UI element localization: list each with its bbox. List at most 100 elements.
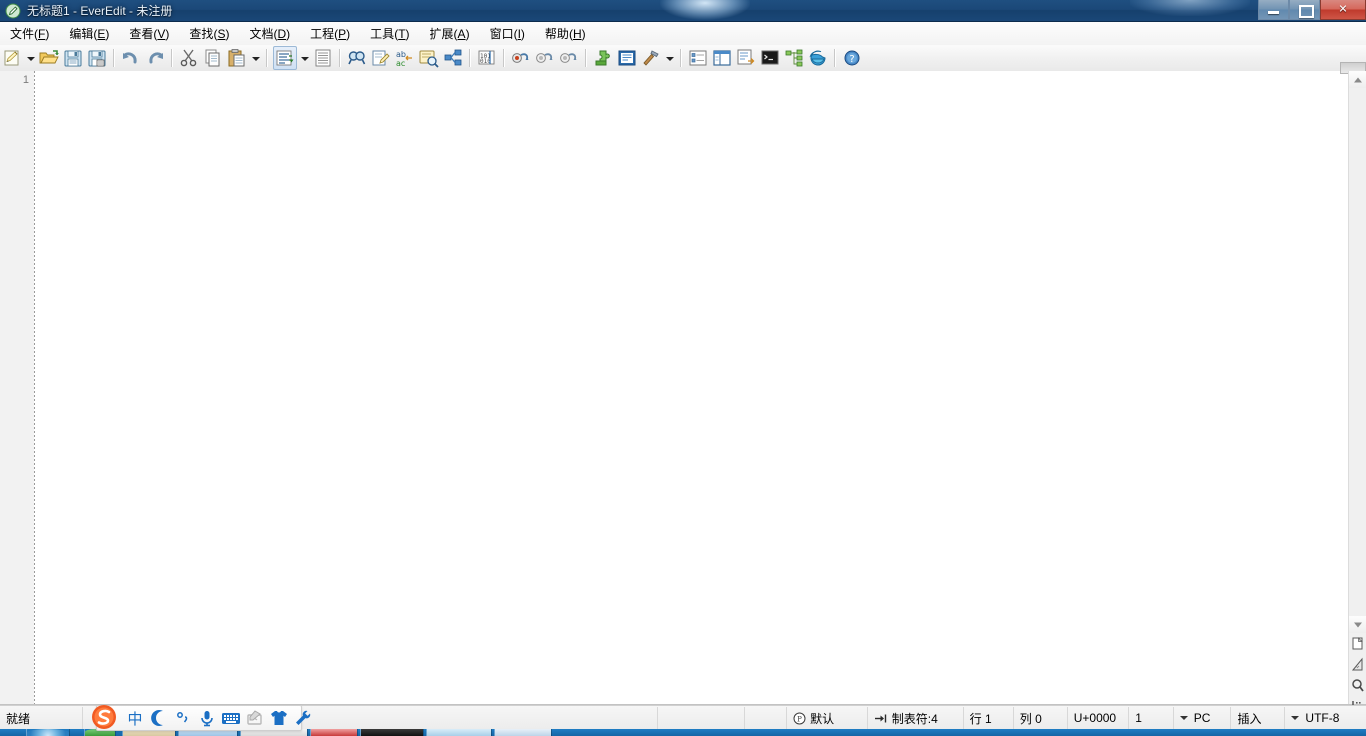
status-spacer-a [658, 707, 745, 729]
close-icon: ✕ [1338, 3, 1348, 15]
save-as-icon[interactable] [86, 47, 108, 69]
menu-addons[interactable]: 扩展(A) [420, 22, 480, 45]
title-bar-glow [660, 0, 750, 20]
toolbar-separator [680, 49, 682, 67]
help-icon[interactable]: ? [841, 47, 863, 69]
find-icon[interactable] [346, 47, 368, 69]
sogou-logo-icon[interactable] [89, 702, 119, 732]
menu-view-accel: V [157, 27, 166, 41]
status-column-cell[interactable]: 列 0 [1014, 707, 1068, 729]
vertical-scrollbar[interactable] [1348, 71, 1366, 713]
wrap-lines-icon[interactable] [312, 47, 334, 69]
status-encoding-cell[interactable]: UTF-8 [1285, 707, 1366, 729]
maximize-button[interactable] [1289, 0, 1320, 20]
file-tree-icon[interactable] [783, 47, 805, 69]
toolbar: ab ac 101 010 ? [0, 45, 1366, 72]
menu-document[interactable]: 文档(D) [239, 22, 300, 45]
save-icon[interactable] [62, 47, 84, 69]
menu-window-label: 窗口 [489, 27, 514, 41]
snippets-icon[interactable] [616, 47, 638, 69]
ime-handwriting-icon[interactable] [244, 707, 266, 729]
ime-moon-icon[interactable] [148, 707, 170, 729]
menu-tools[interactable]: 工具(T) [360, 22, 419, 45]
svg-text:?: ? [849, 54, 854, 65]
menu-view[interactable]: 查看(V) [119, 22, 179, 45]
open-file-icon[interactable] [38, 47, 60, 69]
status-unicode-cell[interactable]: U+0000 [1068, 707, 1130, 729]
taskbar-item-window-6[interactable] [426, 729, 492, 736]
sort-lines-icon[interactable] [273, 46, 297, 70]
status-line-cell[interactable]: 行 1 [964, 707, 1014, 729]
minimize-button[interactable] [1258, 0, 1289, 20]
status-bytes-cell[interactable]: 1 [1129, 707, 1174, 729]
redo-icon[interactable] [144, 47, 166, 69]
status-tab-cell[interactable]: 制表符:4 [868, 707, 964, 729]
menu-addons-accel: A [457, 27, 466, 41]
browser-preview-icon[interactable] [807, 47, 829, 69]
minimize-icon [1268, 11, 1279, 14]
taskbar-item-window-4[interactable] [310, 729, 358, 736]
tab-arrow-icon [874, 713, 888, 724]
encoding-dropdown-arrow-icon[interactable] [1291, 716, 1300, 720]
column-mode-icon[interactable]: 101 010 [476, 47, 498, 69]
menu-search[interactable]: 查找(S) [179, 22, 239, 45]
everedit-pencil-icon[interactable] [5, 3, 21, 19]
bookmark-toggle-icon[interactable] [510, 47, 532, 69]
pencil-ruler-icon[interactable] [1349, 654, 1366, 675]
sort-dropdown-arrow-icon[interactable] [298, 47, 311, 69]
document-map-icon[interactable] [1349, 633, 1366, 654]
status-insert-cell[interactable]: 插入 [1231, 707, 1286, 729]
new-file-dropdown-arrow-icon[interactable] [24, 47, 37, 69]
line-number-gutter: 1 [0, 71, 34, 704]
tools-hammer-icon[interactable] [640, 47, 662, 69]
ime-skin-icon[interactable] [268, 707, 290, 729]
toolbar-separator [834, 49, 836, 67]
paste-dropdown-arrow-icon[interactable] [249, 47, 262, 69]
replace-icon[interactable] [370, 47, 392, 69]
paste-icon[interactable] [226, 47, 248, 69]
svg-text:ab: ab [396, 50, 406, 59]
status-eol-cell[interactable]: PC [1174, 707, 1232, 729]
menu-file[interactable]: 文件(F) [0, 22, 59, 45]
symbol-list-icon[interactable] [687, 47, 709, 69]
console-icon[interactable] [759, 47, 781, 69]
code-text[interactable] [41, 71, 1340, 704]
ime-chinese-mode-icon[interactable]: 中 [124, 707, 146, 729]
menu-document-accel: D [277, 27, 287, 41]
ime-toolbox-icon[interactable] [292, 707, 314, 729]
output-panel-icon[interactable] [735, 47, 757, 69]
taskbar-item-window-5[interactable] [360, 729, 424, 736]
bookmark-prev-icon[interactable] [534, 47, 556, 69]
sogou-ime-toolbar[interactable]: 中 [92, 705, 311, 731]
menu-edit-label: 编辑 [69, 27, 94, 41]
copy-icon[interactable] [202, 47, 224, 69]
tools-dropdown-arrow-icon[interactable] [663, 47, 676, 69]
scroll-up-arrow-icon[interactable] [1349, 71, 1366, 88]
menu-window[interactable]: 窗口(I) [480, 22, 535, 45]
taskbar-item-window-7[interactable] [494, 729, 552, 736]
ime-soft-keyboard-icon[interactable] [220, 707, 242, 729]
magnifier-icon[interactable] [1349, 675, 1366, 696]
ime-fullwidth-punct-icon[interactable] [172, 707, 194, 729]
find-in-files-icon[interactable]: ab ac [394, 47, 416, 69]
menu-help[interactable]: 帮助(H) [535, 22, 596, 45]
taskbar-start-orb[interactable] [26, 729, 70, 736]
editor-area[interactable]: 1 [0, 71, 1366, 705]
ime-voice-input-icon[interactable] [196, 707, 218, 729]
close-button[interactable]: ✕ [1320, 0, 1366, 20]
find-next-icon[interactable] [418, 47, 440, 69]
mark-icon[interactable] [442, 47, 464, 69]
menu-addons-label: 扩展 [429, 27, 454, 41]
plugin-icon[interactable] [592, 47, 614, 69]
new-file-icon[interactable] [1, 47, 23, 69]
menu-project[interactable]: 工程(P) [300, 22, 360, 45]
status-syntax-cell[interactable]: P 默认 [787, 707, 868, 729]
title-bar[interactable]: 无标题1 - EverEdit - 未注册 ✕ [0, 0, 1366, 22]
cut-icon[interactable] [178, 47, 200, 69]
eol-dropdown-arrow-icon[interactable] [1179, 716, 1188, 720]
undo-icon[interactable] [120, 47, 142, 69]
scroll-down-arrow-icon[interactable] [1349, 616, 1366, 633]
menu-edit[interactable]: 编辑(E) [59, 22, 119, 45]
project-panel-icon[interactable] [711, 47, 733, 69]
bookmark-next-icon[interactable] [558, 47, 580, 69]
